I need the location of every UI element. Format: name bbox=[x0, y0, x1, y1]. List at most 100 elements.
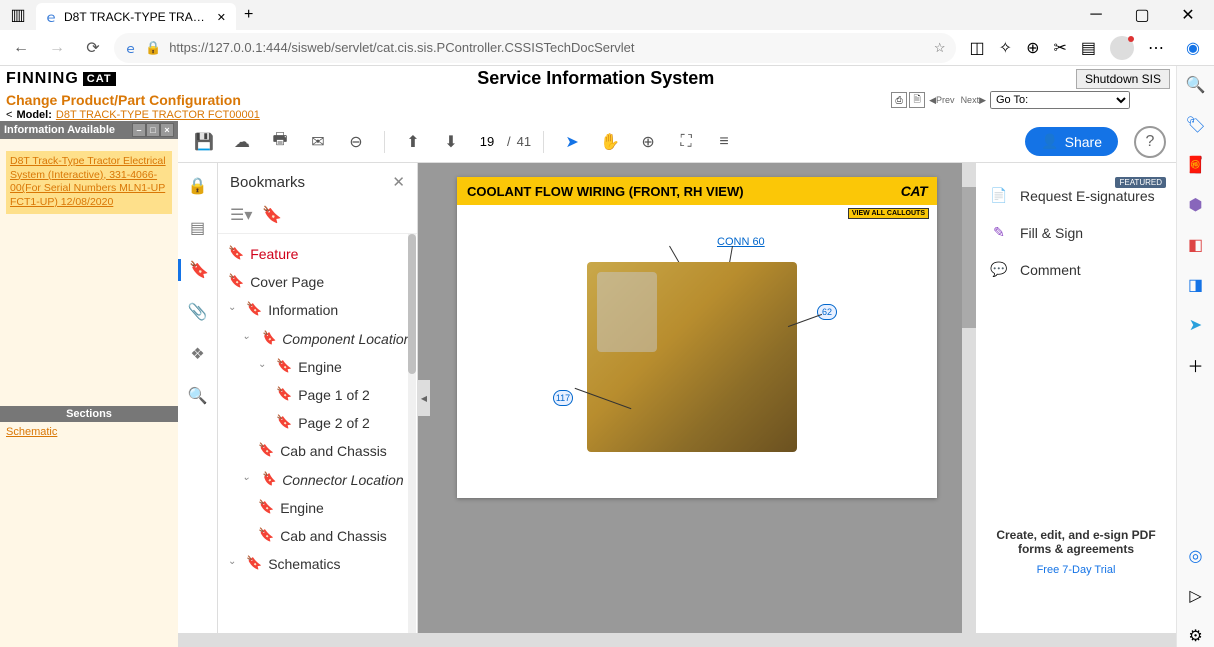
bookmarks-icon[interactable]: 🔖 bbox=[178, 259, 218, 281]
goto-select[interactable]: Go To: bbox=[990, 91, 1130, 109]
favorites-icon[interactable]: ✧ bbox=[999, 38, 1012, 58]
lock-icon[interactable]: 🔒 bbox=[187, 175, 209, 197]
model-row: < Model: D8T TRACK-TYPE TRACTOR FCT00001 bbox=[0, 109, 1176, 121]
search-icon[interactable]: 🔍 bbox=[187, 385, 209, 407]
help-icon[interactable]: ? bbox=[1134, 126, 1166, 158]
pdf-canvas[interactable]: ◀ ▶ COOLANT FLOW WIRING (FRONT, RH VIEW)… bbox=[418, 163, 976, 633]
fit-icon[interactable]: ⛶ bbox=[670, 126, 702, 158]
zoom-in-icon[interactable]: ⊕ bbox=[632, 126, 664, 158]
bm-engine2[interactable]: 🔖Engine bbox=[218, 494, 417, 522]
layers-icon[interactable]: ❖ bbox=[187, 343, 209, 365]
minimize-button[interactable]: ─ bbox=[1074, 1, 1118, 29]
bm-cover[interactable]: 🔖Cover Page bbox=[218, 268, 417, 296]
telegram-icon[interactable]: ➤ bbox=[1185, 314, 1207, 336]
pdf-hscrollbar[interactable] bbox=[178, 633, 1176, 647]
bm-connector-location[interactable]: ⌄🔖Connector Location bbox=[218, 466, 417, 494]
maximize-button[interactable]: ▢ bbox=[1120, 1, 1164, 29]
doc-link[interactable]: D8T Track-Type Tractor Electrical System… bbox=[6, 151, 172, 214]
signature-icon: 📄 bbox=[988, 187, 1010, 204]
panel-max-icon[interactable]: □ bbox=[146, 123, 160, 137]
outlook-icon[interactable]: ◨ bbox=[1185, 274, 1207, 296]
bookmarks-close-icon[interactable]: ✕ bbox=[392, 173, 405, 191]
share-button[interactable]: 👤 Share bbox=[1025, 127, 1118, 156]
tab-close-icon[interactable]: ✕ bbox=[215, 9, 228, 26]
close-window-button[interactable]: ✕ bbox=[1166, 1, 1210, 29]
address-bar[interactable]: ｅ 🔒 https://127.0.0.1:444/sisweb/servlet… bbox=[114, 33, 956, 63]
request-signatures[interactable]: FEATURED 📄 Request E-signatures bbox=[986, 177, 1166, 214]
shopping-icon[interactable]: 🏷 bbox=[1185, 114, 1207, 136]
pointer-icon[interactable]: ➤ bbox=[556, 126, 588, 158]
page-down-icon[interactable]: ⬇ bbox=[435, 126, 467, 158]
bm-page1[interactable]: 🔖Page 1 of 2 bbox=[218, 381, 417, 409]
model-link[interactable]: D8T TRACK-TYPE TRACTOR FCT00001 bbox=[56, 109, 260, 121]
performance-icon[interactable]: ▤ bbox=[1081, 38, 1096, 58]
hand-icon[interactable]: ✋ bbox=[594, 126, 626, 158]
bookmarks-tools: ☰▾ 🔖 bbox=[218, 201, 417, 233]
view-callouts-button[interactable]: VIEW ALL CALLOUTS bbox=[848, 208, 929, 219]
teamviewer-icon[interactable]: ◎ bbox=[1185, 545, 1207, 567]
save-icon[interactable]: 💾 bbox=[188, 126, 220, 158]
tab-actions-button[interactable]: ▥ bbox=[4, 3, 32, 27]
search-sidebar-icon[interactable]: 🔍 bbox=[1185, 74, 1207, 96]
browser-tab-active[interactable]: ｅ D8T TRACK-TYPE TRACTOR FCT0... ✕ bbox=[36, 3, 236, 31]
edge-sidebar: 🔍 🏷 🧧 ⬢ ◧ ◨ ➤ ＋ ◎ ▷ ⚙ bbox=[1176, 66, 1214, 647]
bm-cab[interactable]: 🔖Cab and Chassis bbox=[218, 437, 417, 465]
games-icon[interactable]: ⬢ bbox=[1185, 194, 1207, 216]
bm-pin-icon[interactable]: 🔖 bbox=[262, 205, 282, 225]
info-header-text: Information Available bbox=[4, 124, 115, 136]
apps-icon[interactable]: ✂ bbox=[1053, 38, 1066, 58]
cloud-icon[interactable]: ☁ bbox=[226, 126, 258, 158]
comment[interactable]: 💬 Comment bbox=[986, 251, 1166, 288]
add-app-icon[interactable]: ＋ bbox=[1185, 354, 1207, 376]
prev-link[interactable]: ◀Prev bbox=[927, 95, 956, 106]
next-link[interactable]: Next▶ bbox=[959, 95, 988, 106]
collections-icon[interactable]: ⊕ bbox=[1026, 38, 1039, 58]
panel-min-icon[interactable]: – bbox=[132, 123, 146, 137]
conn60-link[interactable]: CONN 60 bbox=[717, 236, 765, 248]
mail-icon[interactable]: ✉ bbox=[302, 126, 334, 158]
profile-button[interactable] bbox=[1110, 36, 1134, 60]
back-button[interactable]: ← bbox=[6, 33, 36, 63]
bm-cab2[interactable]: 🔖Cab and Chassis bbox=[218, 522, 417, 550]
page-input[interactable] bbox=[473, 134, 501, 149]
new-tab-button[interactable]: + bbox=[236, 2, 261, 28]
collapse-left-handle[interactable]: ◀ bbox=[418, 380, 430, 416]
bookmarks-tree[interactable]: 🔖Feature 🔖Cover Page ⌄🔖Information ⌄🔖Com… bbox=[218, 233, 417, 633]
schematic-link[interactable]: Schematic bbox=[0, 422, 178, 442]
hide-sidebar-icon[interactable]: ▷ bbox=[1185, 585, 1207, 607]
tools-icon[interactable]: 🧧 bbox=[1185, 154, 1207, 176]
bm-engine[interactable]: ⌄🔖Engine bbox=[218, 353, 417, 381]
pdf-vscroll-thumb[interactable] bbox=[962, 187, 976, 328]
zoom-out-icon[interactable]: ⊖ bbox=[340, 126, 372, 158]
bm-options-icon[interactable]: ☰▾ bbox=[230, 205, 252, 225]
m365-icon[interactable]: ◧ bbox=[1185, 234, 1207, 256]
forward-button[interactable]: → bbox=[42, 33, 72, 63]
panel-close-icon[interactable]: × bbox=[160, 123, 174, 137]
fill-sign[interactable]: ✎ Fill & Sign bbox=[986, 214, 1166, 251]
bm-schematics[interactable]: ⌄🔖Schematics bbox=[218, 550, 417, 578]
change-config-link[interactable]: Change Product/Part Configuration bbox=[6, 92, 241, 108]
more-icon[interactable]: ⋯ bbox=[1148, 38, 1164, 58]
doc-icon[interactable]: 🗎 bbox=[909, 92, 925, 108]
favorite-icon[interactable]: ☆ bbox=[934, 40, 946, 56]
extensions-icon[interactable]: ◫ bbox=[970, 38, 985, 58]
print-icon[interactable]: 🖶 bbox=[264, 126, 296, 158]
callout-117[interactable]: 117 bbox=[553, 390, 573, 406]
bm-page2[interactable]: 🔖Page 2 of 2 bbox=[218, 409, 417, 437]
attach-icon[interactable]: 📎 bbox=[187, 301, 209, 323]
thumbnails-icon[interactable]: ▤ bbox=[187, 217, 209, 239]
copilot-button[interactable]: ◉ bbox=[1178, 33, 1208, 63]
settings-icon[interactable]: ⚙ bbox=[1185, 625, 1207, 647]
bm-component-location[interactable]: ⌄🔖Component Location bbox=[218, 325, 417, 353]
print-icon[interactable]: ⎙ bbox=[891, 92, 907, 108]
page-up-icon[interactable]: ⬆ bbox=[397, 126, 429, 158]
callout-62[interactable]: 62 bbox=[817, 304, 837, 320]
trial-link[interactable]: Free 7-Day Trial bbox=[986, 564, 1166, 576]
bm-feature[interactable]: 🔖Feature bbox=[218, 240, 417, 268]
bm-information[interactable]: ⌄🔖Information bbox=[218, 296, 417, 324]
pdf-page: COOLANT FLOW WIRING (FRONT, RH VIEW) CAT… bbox=[457, 177, 937, 498]
refresh-button[interactable]: ⟳ bbox=[78, 33, 108, 63]
view-icon[interactable]: ≡ bbox=[708, 126, 740, 158]
bm-scroll-thumb[interactable] bbox=[408, 234, 416, 374]
shutdown-button[interactable]: Shutdown SIS bbox=[1076, 69, 1170, 89]
